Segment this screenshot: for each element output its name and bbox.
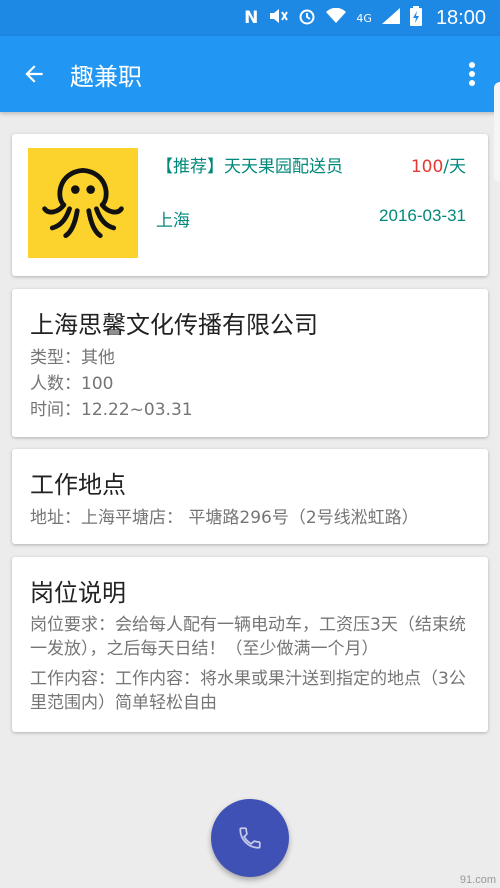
company-logo — [28, 148, 138, 258]
battery-icon — [409, 6, 422, 30]
work-period: 时间：12.22~03.31 — [30, 400, 193, 420]
call-button[interactable] — [211, 799, 289, 877]
watermark: 91.com — [459, 874, 496, 886]
nfc-icon: N — [244, 7, 259, 28]
edge-panel-handle[interactable] — [494, 82, 500, 182]
location-card: 工作地点 地址：上海平塘店： 平塘路296号（2号线淞虹路） — [12, 449, 488, 544]
location-heading: 工作地点 — [30, 471, 126, 499]
phone-icon — [239, 827, 261, 849]
overflow-menu-button[interactable] — [452, 36, 492, 112]
back-arrow-icon — [25, 65, 43, 83]
job-content: 工作内容：工作内容：将水果或果汁送到指定的地点（3公里范围内）简单轻松自由 — [30, 669, 466, 713]
app-title: 趣兼职 — [70, 62, 142, 91]
job-title: 【推荐】天天果园配送员 — [156, 157, 343, 177]
headcount: 人数：100 — [30, 374, 114, 394]
address: 地址：上海平塘店： 平塘路296号（2号线淞虹路） — [30, 508, 419, 528]
mute-icon — [268, 7, 289, 29]
signal-icon — [381, 8, 400, 28]
description-card: 岗位说明 岗位要求：会给每人配有一辆电动车，工资压3天（结束统一发放），之后每天… — [12, 557, 488, 732]
description-heading: 岗位说明 — [30, 579, 126, 607]
pay-unit: /天 — [443, 157, 466, 177]
network-label: 4G — [356, 11, 372, 25]
clock: 18:00 — [435, 6, 486, 29]
job-summary-card[interactable]: 【推荐】天天果园配送员 100/天 上海 2016-03-31 — [12, 134, 488, 276]
company-type: 类型：其他 — [30, 348, 115, 368]
job-city: 上海 — [156, 211, 190, 231]
company-name: 上海思馨文化传播有限公司 — [30, 311, 318, 339]
job-pay: 100/天 — [411, 152, 466, 177]
back-button[interactable] — [0, 36, 68, 112]
job-date: 2016-03-31 — [379, 206, 466, 225]
company-card: 上海思馨文化传播有限公司 类型：其他 人数：100 时间：12.22~03.31 — [12, 289, 488, 437]
job-requirement: 岗位要求：会给每人配有一辆电动车，工资压3天（结束统一发放），之后每天日结！（至… — [30, 615, 466, 659]
pay-value: 100 — [410, 157, 444, 177]
app-bar: 趣兼职 — [0, 36, 500, 112]
status-bar: N 4G 18:00 — [0, 0, 500, 36]
wifi-icon — [326, 7, 347, 28]
more-vert-icon — [469, 62, 475, 86]
alarm-icon — [298, 7, 316, 29]
octopus-logo-icon — [42, 167, 124, 239]
